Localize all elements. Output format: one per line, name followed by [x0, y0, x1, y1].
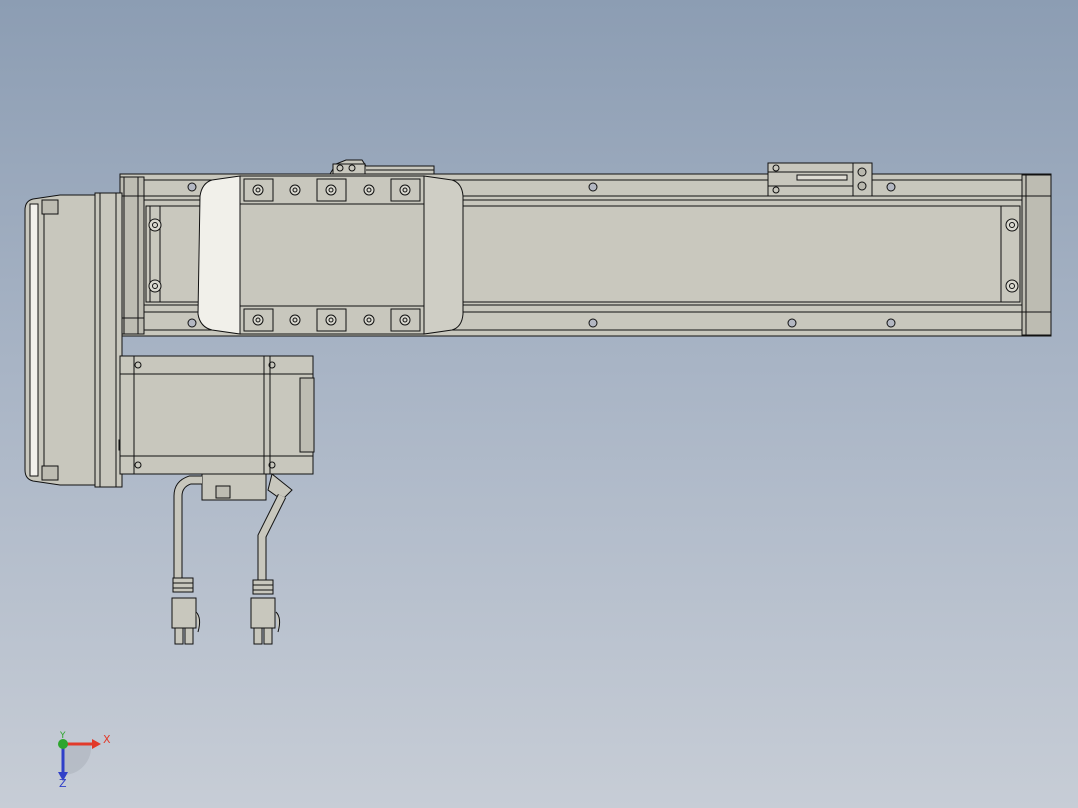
servo-motor[interactable] [119, 355, 315, 475]
y-axis-label: Y [60, 731, 66, 741]
limit-sensor-right[interactable] [767, 162, 873, 197]
limit-sensor-left[interactable] [329, 159, 435, 175]
cad-viewport[interactable]: X Y Z [0, 0, 1078, 808]
z-axis-label: Z [59, 777, 67, 790]
cad-model-drawing[interactable] [0, 0, 1078, 808]
orientation-triad[interactable] [58, 739, 101, 781]
belt-cover-housing[interactable] [24, 192, 126, 488]
triad-plane [63, 744, 92, 776]
x-axis-arrowhead [92, 739, 101, 749]
x-axis-label: X [103, 733, 111, 746]
carriage-slider[interactable] [197, 175, 464, 335]
